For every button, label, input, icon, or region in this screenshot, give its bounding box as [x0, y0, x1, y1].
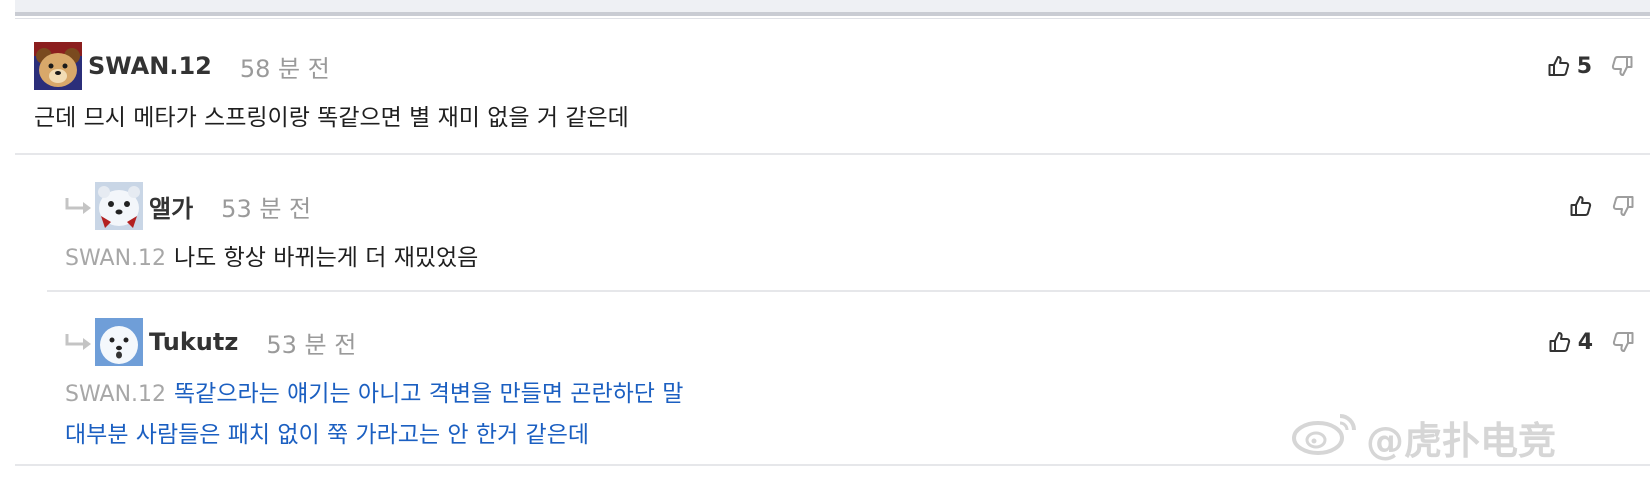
- thumbs-down-icon: [1611, 330, 1635, 354]
- weibo-logo-icon: [1290, 410, 1366, 465]
- thumbs-up-icon: [1569, 194, 1593, 218]
- reply-mention[interactable]: SWAN.12: [65, 382, 166, 407]
- comment-item: SWAN.12 58 분 전 근데 므시 메타가 스프링이랑 똑같으면 별 재미…: [34, 42, 1634, 160]
- comment-header: Tukutz 53 분 전: [65, 318, 1635, 366]
- like-count: 5: [1576, 53, 1592, 79]
- dislike-button[interactable]: [1610, 54, 1634, 78]
- reply-item: 앨가 53 분 전 SWAN.12 나도 항상 바뀌는게 더 재밌었음: [65, 182, 1635, 302]
- comment-divider: [47, 290, 1650, 292]
- vote-controls: [1569, 182, 1635, 230]
- top-separator: [15, 12, 1650, 16]
- dislike-button[interactable]: [1611, 330, 1635, 354]
- comment-body-line-2: 대부분 사람들은 패치 없이 쭉 가라고는 안 한거 같은데: [65, 422, 590, 448]
- like-button[interactable]: 5: [1547, 54, 1592, 79]
- comment-text: SWAN.12 나도 항상 바뀌는게 더 재밌었음: [65, 238, 1635, 279]
- comment-author[interactable]: Tukutz: [149, 328, 238, 356]
- like-button[interactable]: 4: [1548, 330, 1593, 355]
- dislike-button[interactable]: [1611, 194, 1635, 218]
- thumbs-up-icon: [1547, 54, 1571, 78]
- comment-body-line-1: 똑같으라는 얘기는 아니고 격변을 만들면 곤란하단 말: [174, 381, 684, 407]
- comment-timestamp: 53 분 전: [221, 194, 312, 223]
- thumbs-up-icon: [1548, 330, 1572, 354]
- like-count: 4: [1577, 329, 1593, 355]
- comment-header: 앨가 53 분 전: [65, 182, 1635, 230]
- top-separator-thin: [15, 18, 1650, 19]
- vote-controls: 4: [1548, 318, 1635, 366]
- vote-controls: 5: [1547, 42, 1634, 90]
- comment-author[interactable]: 앨가: [149, 189, 193, 224]
- like-button[interactable]: [1569, 194, 1593, 218]
- comment-divider: [15, 153, 1650, 155]
- bear-avatar-icon[interactable]: [34, 42, 82, 90]
- comment-header: SWAN.12 58 분 전: [34, 42, 1634, 90]
- reply-mention[interactable]: SWAN.12: [65, 246, 166, 271]
- comment-timestamp: 53 분 전: [266, 330, 357, 359]
- white-dog-avatar-icon[interactable]: [95, 318, 143, 366]
- comment-text: 근데 므시 메타가 스프링이랑 똑같으면 별 재미 없을 거 같은데: [34, 105, 629, 131]
- polar-bear-avatar-icon[interactable]: [95, 182, 143, 230]
- top-band: [15, 0, 1650, 12]
- thumbs-down-icon: [1610, 54, 1634, 78]
- comment-body: 나도 항상 바뀌는게 더 재밌었음: [174, 245, 479, 271]
- reply-arrow-icon: [65, 318, 95, 366]
- comment-timestamp: 58 분 전: [239, 54, 330, 83]
- watermark: @虎扑电竞: [1290, 410, 1556, 465]
- thumbs-down-icon: [1611, 194, 1635, 218]
- reply-arrow-icon: [65, 182, 95, 230]
- watermark-text: @虎扑电竞: [1366, 419, 1557, 463]
- comment-author[interactable]: SWAN.12: [88, 52, 212, 80]
